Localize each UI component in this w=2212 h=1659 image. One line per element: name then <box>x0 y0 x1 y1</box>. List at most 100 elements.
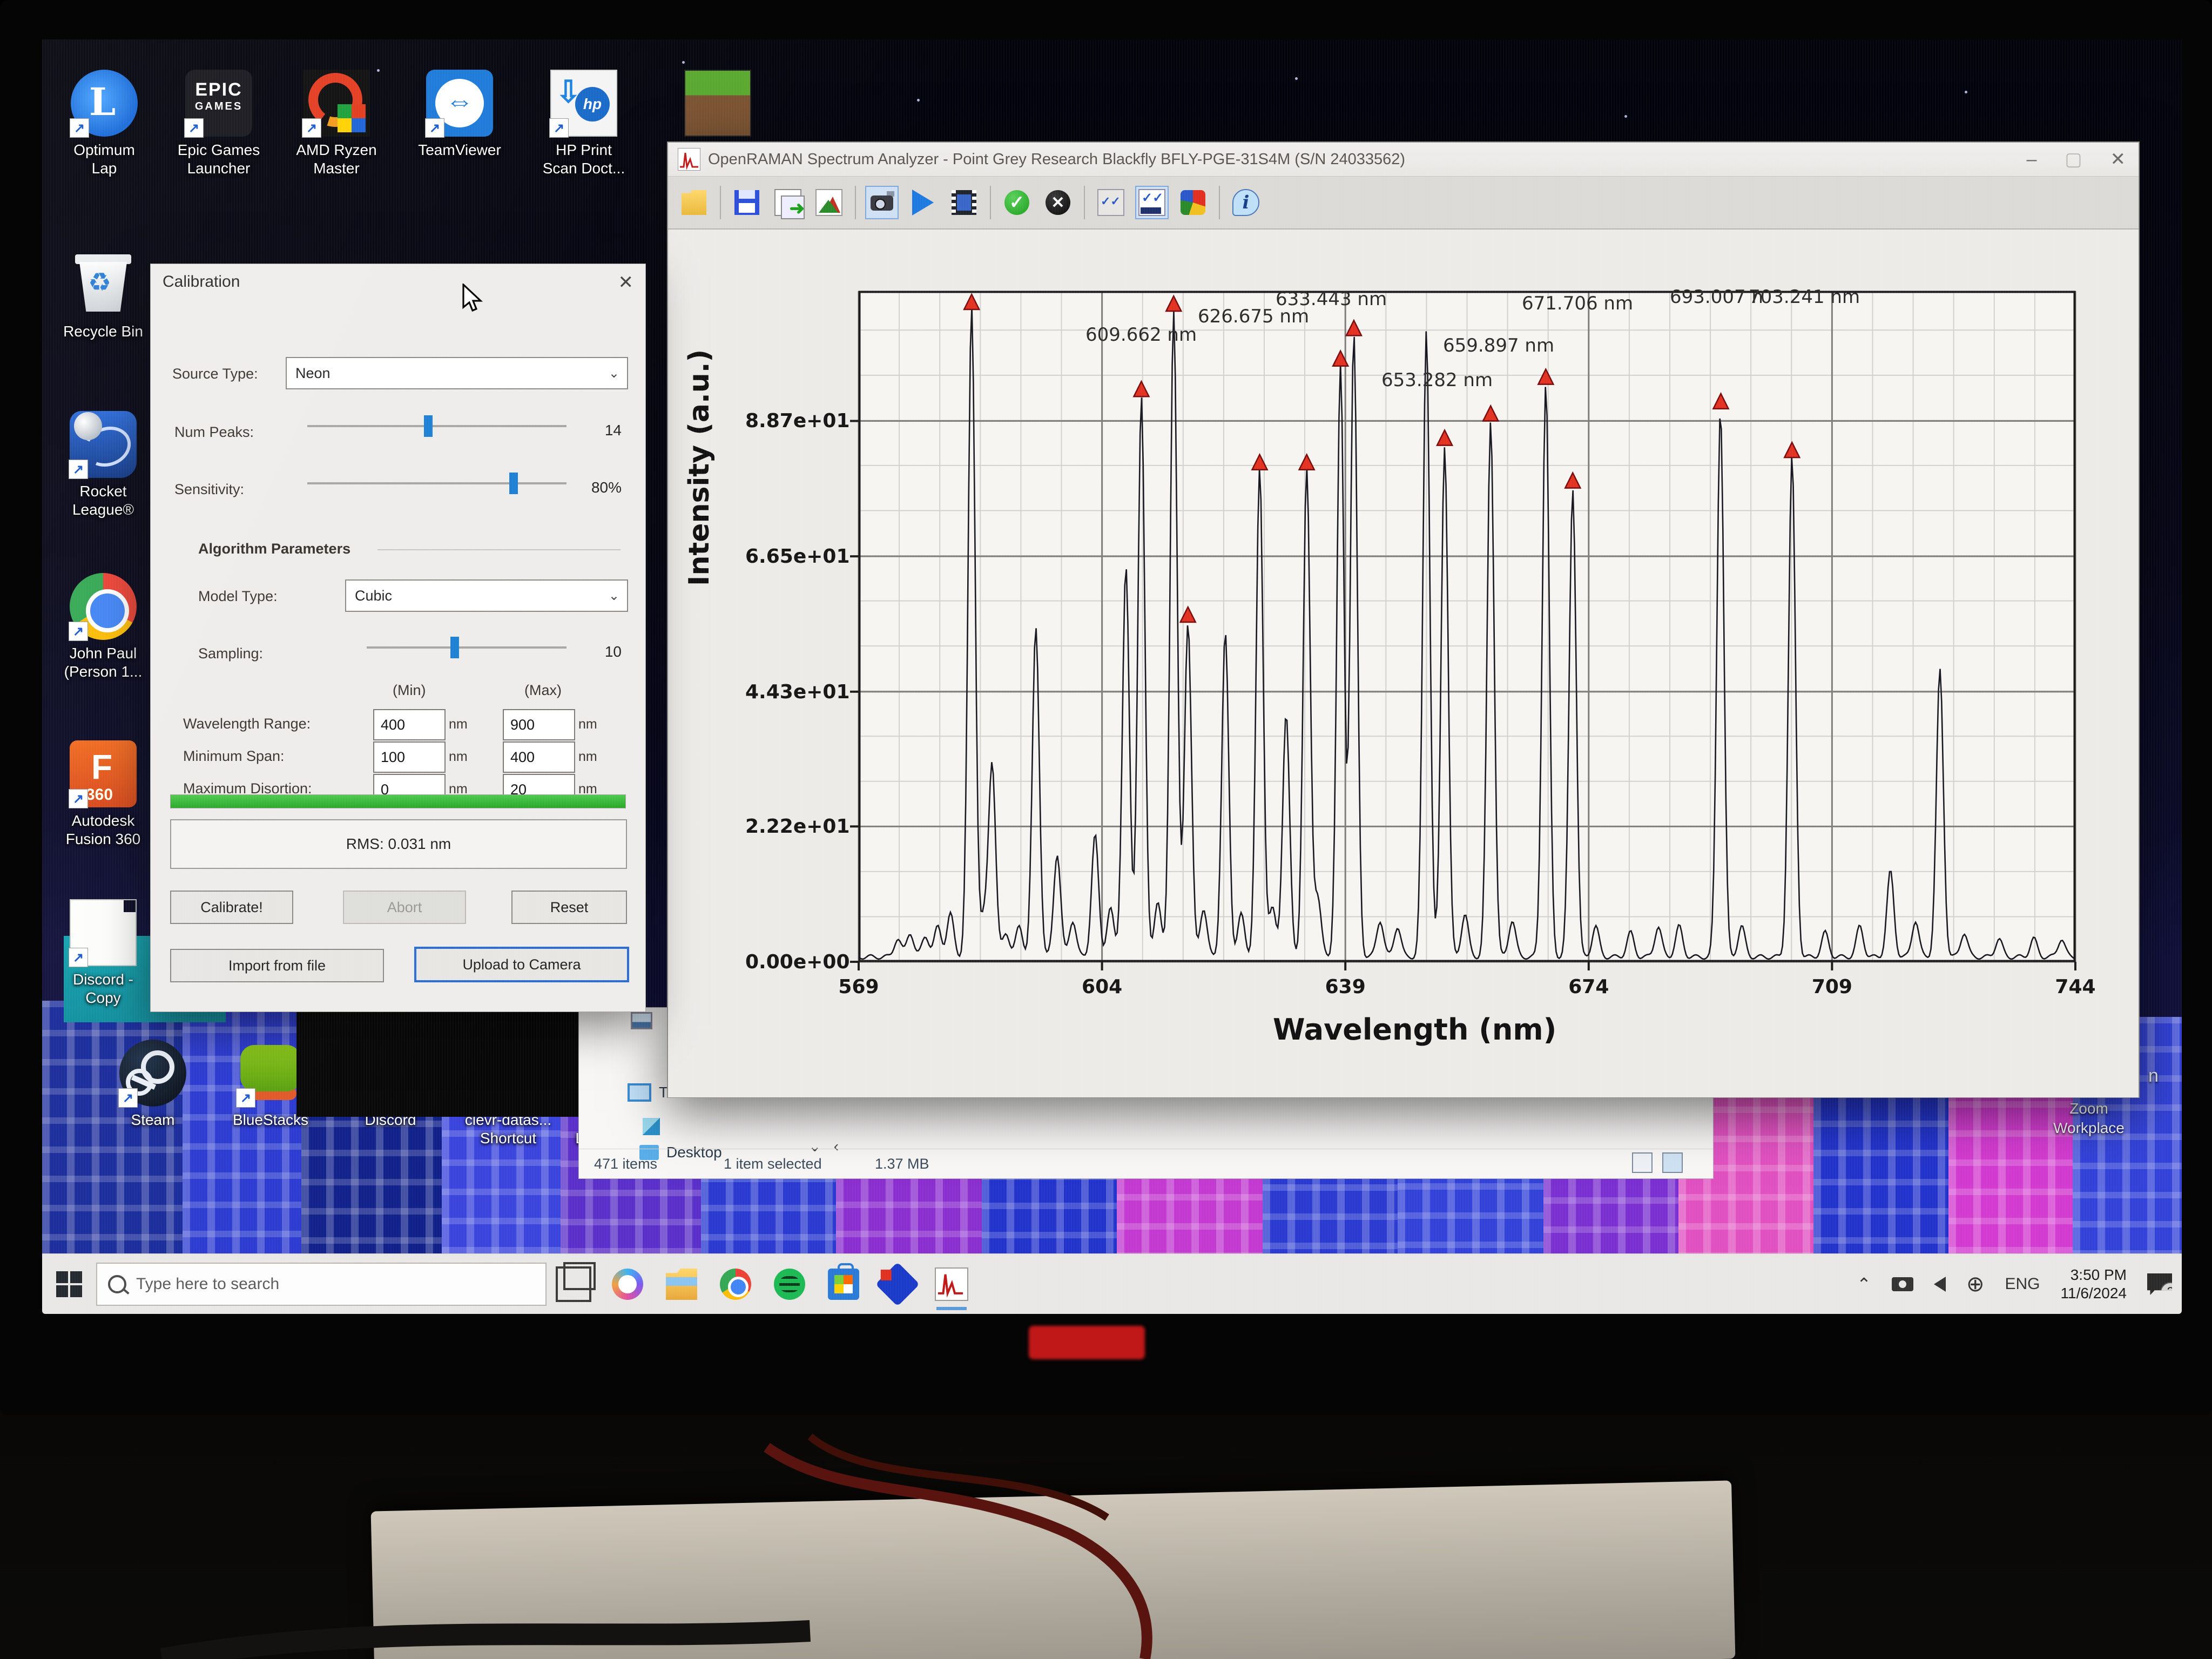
desktop-icon-fusion-360[interactable]: F360↗AutodeskFusion 360 <box>46 740 160 848</box>
device-checklist-glyph <box>1138 189 1165 216</box>
num-peaks-label: Num Peaks: <box>174 424 254 441</box>
camera-tray-icon[interactable] <box>1892 1277 1913 1291</box>
desktop-icon-epic-games[interactable]: EPICGAMES↗Epic GamesLauncher <box>162 70 275 178</box>
icon-label: Steam <box>96 1111 210 1129</box>
taskbar-app-openraman[interactable] <box>932 1265 971 1304</box>
reset-button[interactable]: Reset <box>511 891 627 924</box>
this-pc-icon <box>628 1083 651 1102</box>
toolbar-calibration-wizard-icon[interactable] <box>1094 186 1128 219</box>
minimize-button[interactable]: – <box>2026 149 2036 170</box>
desktop-icon-ryzen-master[interactable]: ↗AMD RyzenMaster <box>280 70 393 178</box>
start-button[interactable] <box>42 1254 96 1314</box>
toolbar-open-file-icon[interactable] <box>677 186 711 219</box>
sampling-slider[interactable] <box>367 632 567 663</box>
desktop-icon-discord-copy[interactable]: ↗Discord -Copy <box>46 899 160 1007</box>
calibration-dialog[interactable]: Calibration ✕ Source Type: Neon ⌄ Num Pe… <box>150 264 646 1012</box>
toolbar-video-record-icon[interactable] <box>947 186 981 219</box>
open-file-glyph <box>682 190 706 215</box>
spectrum-titlebar[interactable]: OpenRAMAN Spectrum Analyzer - Point Grey… <box>668 143 2139 177</box>
span-min-input[interactable]: 100 <box>373 741 446 773</box>
minimum-span-label: Minimum Span: <box>183 748 285 765</box>
tray-chevron-icon[interactable]: ⌃ <box>1857 1274 1871 1294</box>
plot-area: 609.662 nm626.675 nm633.443 nm653.282 nm… <box>859 291 2075 962</box>
chrome-icon <box>720 1269 751 1300</box>
maximize-button[interactable]: ▢ <box>2065 149 2082 170</box>
toolbar-save-file-icon[interactable] <box>730 186 764 219</box>
desktop-icon-teamviewer[interactable]: ⇔↗TeamViewer <box>403 70 516 159</box>
close-button[interactable]: ✕ <box>2110 149 2126 170</box>
toolbar-export-image-icon[interactable] <box>812 186 846 219</box>
peak-marker-triangle <box>1346 320 1361 335</box>
details-view-icon[interactable] <box>1632 1152 1653 1173</box>
sensitivity-slider[interactable] <box>307 468 567 498</box>
toolbar-color-chart-icon[interactable] <box>1176 186 1210 219</box>
peak-annotation-label: 659.897 nm <box>1443 335 1554 356</box>
abort-button[interactable]: Abort <box>343 891 466 924</box>
span-max-input[interactable]: 400 <box>503 741 575 773</box>
peak-marker-triangle <box>1252 455 1267 470</box>
calibration-wizard-glyph <box>1097 189 1124 216</box>
taskbar-app-spotify[interactable] <box>770 1265 809 1304</box>
taskbar-search-input[interactable]: Type here to search <box>96 1263 547 1306</box>
desktop-icon-john-paul[interactable]: ↗John Paul(Person 1... <box>46 573 160 681</box>
3d-objects-icon[interactable] <box>643 1118 667 1135</box>
wavelength-max-input[interactable]: 900 <box>503 709 575 740</box>
toolbar-play-acquisition-icon[interactable] <box>906 186 940 219</box>
taskbar-app-ea-app[interactable] <box>878 1265 917 1304</box>
clock[interactable]: 3:50 PM 11/6/2024 <box>2061 1266 2127 1303</box>
toolbar-export-copy-icon[interactable]: ➜ <box>771 186 805 219</box>
recycle-bin-icon: ♻ <box>70 251 137 318</box>
star <box>917 99 920 102</box>
taskbar: Type here to search ⌃ ⊕ ENG 3:50 PM 11/6… <box>42 1253 2182 1314</box>
peak-marker-triangle <box>1166 296 1181 311</box>
thumbnail-view-icon[interactable] <box>1662 1152 1683 1173</box>
volume-icon[interactable] <box>1934 1277 1946 1292</box>
x-tick-label: 639 <box>1316 976 1375 998</box>
notification-icon[interactable]: 2 <box>2147 1273 2172 1295</box>
peak-marker-triangle <box>964 294 979 309</box>
y-axis-title: Intensity (a.u.) <box>683 349 716 586</box>
toolbar-info-icon[interactable]: i <box>1229 186 1263 219</box>
model-type-combobox[interactable]: Cubic ⌄ <box>345 579 628 612</box>
dialog-close-icon[interactable]: ✕ <box>618 272 634 293</box>
sensitivity-label: Sensitivity: <box>174 481 244 498</box>
network-globe-icon[interactable]: ⊕ <box>1966 1272 1985 1297</box>
desktop-icon-optimum-lap[interactable]: L↗OptimumLap <box>48 70 161 178</box>
taskbar-app-file-explorer[interactable] <box>662 1265 701 1304</box>
desktop-icon-zoom-workplace[interactable]: Zoom Workplace <box>2019 1099 2159 1138</box>
algorithm-parameters-heading: Algorithm Parameters <box>198 541 350 557</box>
hidden-icon-label-fragment: n <box>2148 1065 2159 1087</box>
mouse-cursor <box>461 284 489 319</box>
upload-to-camera-button[interactable]: Upload to Camera <box>414 947 629 982</box>
taskbar-app-chrome[interactable] <box>716 1265 755 1304</box>
taskbar-app-copilot[interactable] <box>608 1265 647 1304</box>
language-indicator[interactable]: ENG <box>2005 1275 2040 1293</box>
desktop-icon-minecraft[interactable] <box>661 70 774 137</box>
desktop-icon-hp-print[interactable]: ⇩hp↗HP PrintScan Doct... <box>527 70 640 178</box>
wavelength-min-input[interactable]: 400 <box>373 709 446 740</box>
desktop-icon-steam[interactable]: ↗Steam <box>96 1040 210 1129</box>
sampling-value: 10 <box>573 643 622 660</box>
peak-marker-triangle <box>1134 381 1149 396</box>
desktop-icon-rocket-league[interactable]: ↗RocketLeague® <box>46 411 160 519</box>
task-view-icon <box>556 1266 591 1302</box>
calibrate-button[interactable]: Calibrate! <box>170 891 293 924</box>
spectrum-analyzer-window[interactable]: OpenRAMAN Spectrum Analyzer - Point Grey… <box>667 141 2140 1098</box>
color-chart-glyph <box>1181 190 1205 215</box>
toolbar-accept-icon[interactable]: ✓ <box>1000 186 1034 219</box>
taskbar-app-ms-store[interactable] <box>824 1265 863 1304</box>
status-size: 1.37 MB <box>875 1156 929 1172</box>
toolbar-cancel-icon[interactable]: ✕ <box>1041 186 1075 219</box>
min-column-header: (Min) <box>393 682 426 699</box>
pictures-icon[interactable] <box>631 1012 652 1029</box>
desktop-icon-recycle-bin[interactable]: ♻Recycle Bin <box>46 251 160 341</box>
taskbar-app-task-view[interactable] <box>554 1265 593 1304</box>
toolbar-device-checklist-icon[interactable] <box>1135 186 1169 219</box>
import-from-file-button[interactable]: Import from file <box>170 949 384 982</box>
source-type-combobox[interactable]: Neon ⌄ <box>286 357 628 389</box>
num-peaks-slider[interactable] <box>307 411 567 441</box>
shortcut-arrow-badge: ↗ <box>302 118 321 138</box>
save-file-glyph <box>734 190 759 215</box>
toolbar-camera-acquire-icon[interactable] <box>865 186 899 219</box>
file-explorer-icon <box>666 1269 697 1300</box>
